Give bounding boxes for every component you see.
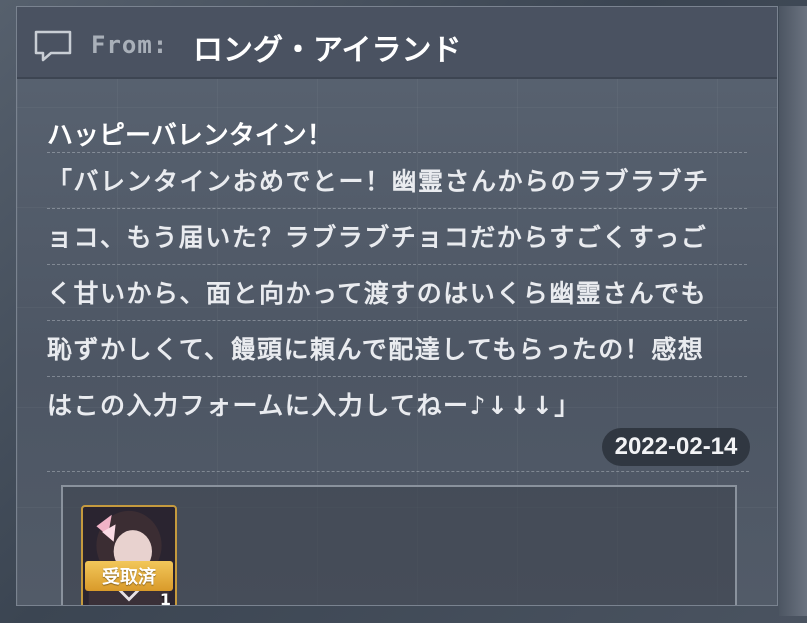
reward-count: 1 — [159, 590, 171, 606]
message-line: ョコ、もう届いた？ラブラブチョコだからすごくすっご — [47, 208, 747, 264]
mail-panel: From: ロング・アイランド ハッピーバレンタイン！ 「バレンタインおめでとー… — [16, 6, 778, 606]
message-title: ハッピーバレンタイン！ — [47, 121, 333, 151]
message-line: はこの入力フォームに入力してねー♪↓↓↓」 — [47, 376, 747, 432]
reward-item[interactable]: 受取済 1 — [81, 505, 177, 606]
message-line: 「バレンタインおめでとー！幽霊さんからのラブラブチ — [47, 152, 747, 208]
sender-name: ロング・アイランド — [193, 33, 462, 68]
divider — [47, 471, 749, 472]
received-badge: 受取済 — [85, 561, 173, 591]
date-badge: 2022-02-14 — [602, 428, 750, 466]
message-line: く甘いから、面と向かって渡すのはいくら幽霊さんでも — [47, 264, 747, 320]
message-body: 「バレンタインおめでとー！幽霊さんからのラブラブチ ョコ、もう届いた？ラブラブチ… — [47, 152, 747, 432]
scroll-edge — [779, 6, 807, 616]
reward-box: 受取済 1 — [61, 485, 737, 606]
message-line: 恥ずかしくて、饅頭に頼んで配達してもらったの！感想 — [47, 320, 747, 376]
from-prefix: From: — [91, 31, 169, 59]
mail-header: From: ロング・アイランド — [17, 7, 777, 79]
chat-bubble-icon — [34, 30, 72, 62]
